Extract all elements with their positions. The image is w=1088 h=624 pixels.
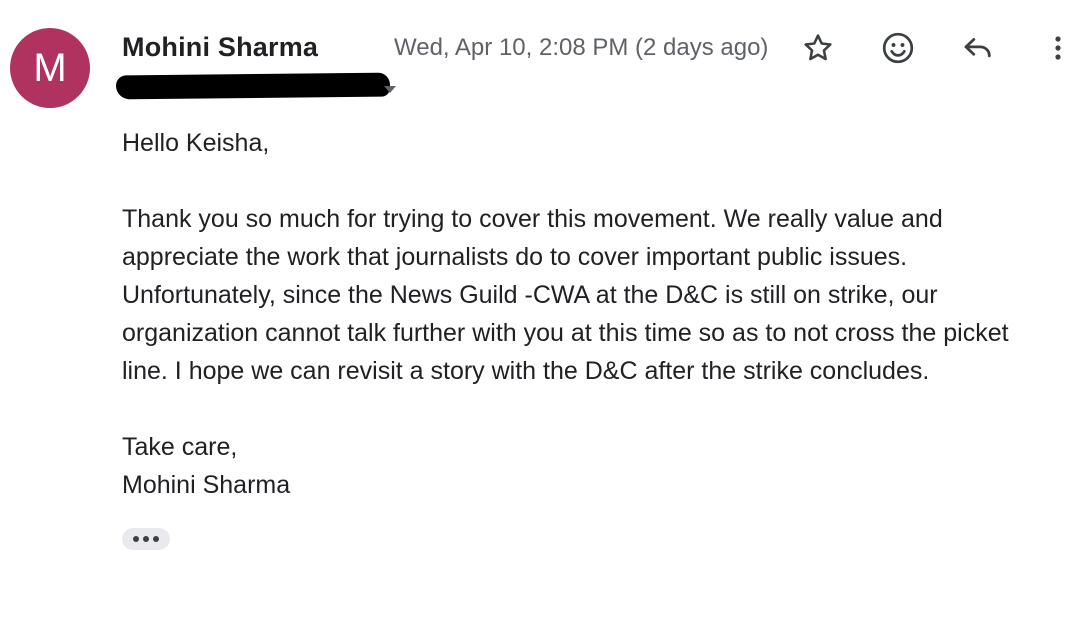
body-line: Thank you so much for trying to cover th…	[122, 205, 943, 233]
message-greeting: Hello Keisha,	[122, 129, 270, 157]
reply-button[interactable]	[956, 26, 1000, 70]
avatar-letter: M	[33, 45, 67, 90]
star-button[interactable]	[796, 26, 840, 70]
sender-name[interactable]: Mohini Sharma	[122, 32, 318, 63]
message-signature: Mohini Sharma	[122, 471, 291, 499]
ellipsis-dot-icon	[133, 536, 139, 542]
message-body: Thank you so much for trying to cover th…	[122, 200, 1062, 390]
redacted-sender-email	[115, 72, 391, 100]
message-timestamp: Wed, Apr 10, 2:08 PM (2 days ago)	[394, 34, 769, 61]
reply-icon	[964, 38, 991, 58]
more-options-button[interactable]	[1036, 26, 1080, 70]
emoji-icon	[882, 32, 914, 64]
avatar[interactable]: M	[10, 28, 90, 108]
body-line: organization cannot talk further with yo…	[122, 319, 1009, 347]
ellipsis-dot-icon	[153, 536, 159, 542]
ellipsis-dot-icon	[143, 536, 149, 542]
body-line: line. I hope we can revisit a story with…	[122, 357, 930, 385]
star-icon	[804, 34, 832, 61]
more-vert-icon	[1055, 36, 1061, 60]
show-trimmed-content-button[interactable]	[122, 528, 170, 550]
body-line: Unfortunately, since the News Guild -CWA…	[122, 281, 938, 309]
body-line: appreciate the work that journalists do …	[122, 243, 908, 271]
add-reaction-button[interactable]	[876, 26, 920, 70]
show-details-arrow-icon[interactable]	[384, 86, 396, 93]
email-message: M Mohini Sharma Wed, Apr 10, 2:08 PM (2 …	[0, 0, 1088, 624]
message-closing: Take care,	[122, 433, 238, 461]
